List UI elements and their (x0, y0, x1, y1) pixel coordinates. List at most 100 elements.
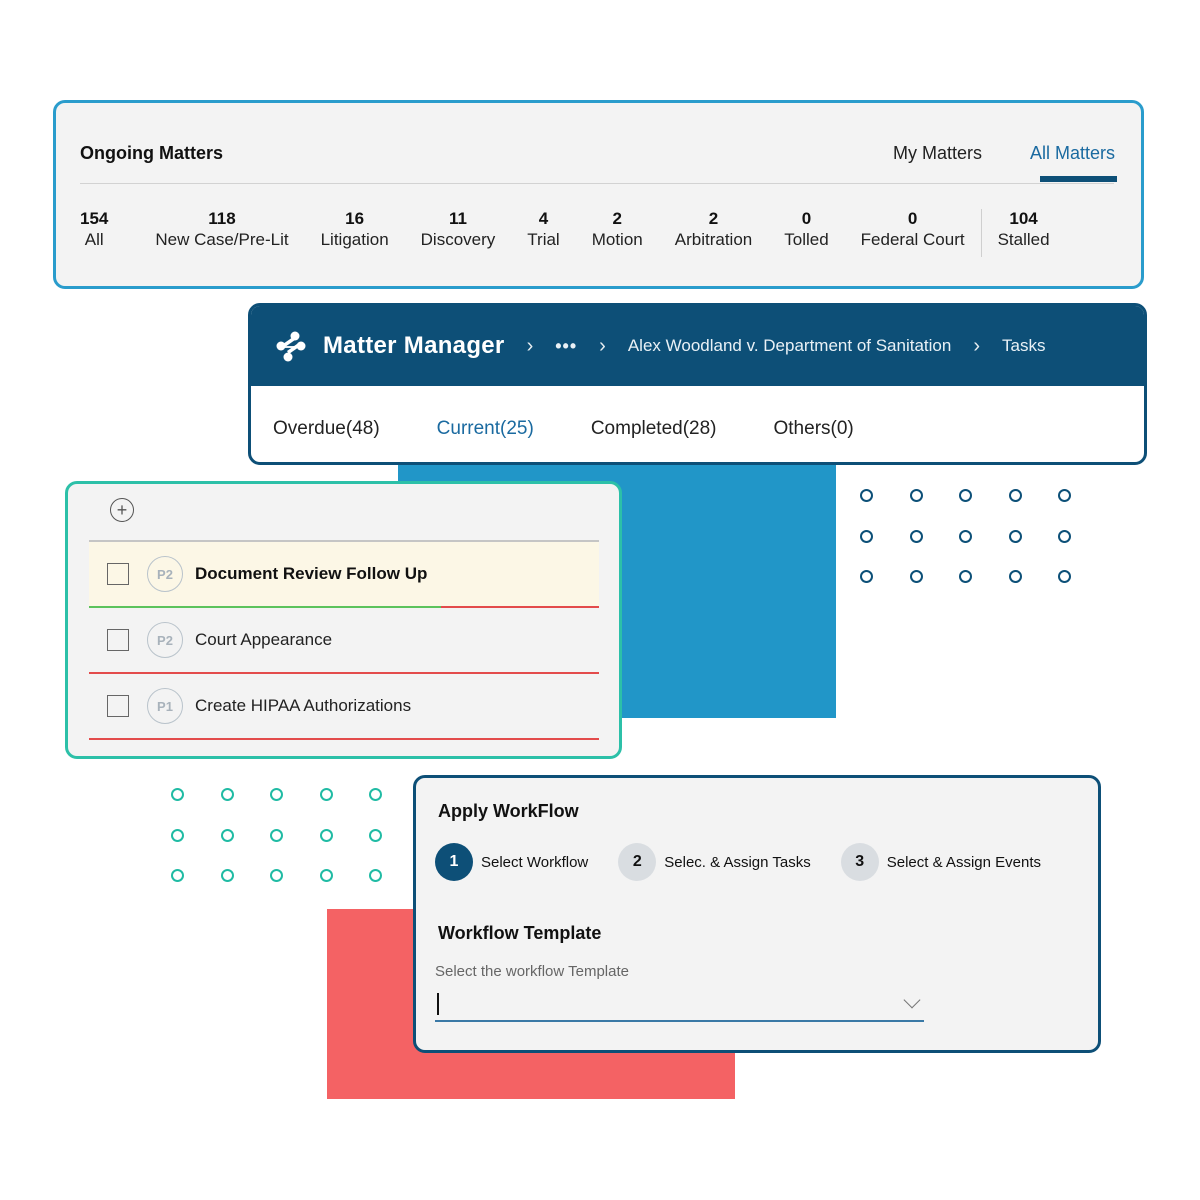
dot-icon (171, 788, 184, 801)
dot-icon (909, 529, 923, 543)
stat-all[interactable]: 154 All (80, 209, 108, 250)
stat-count: 16 (345, 209, 365, 228)
dot-icon (1058, 489, 1071, 502)
dot-icon (369, 828, 382, 842)
dot-icon (220, 788, 234, 801)
matter-stage-stats: 154 All 118 New Case/Pre-Lit 16 Litigati… (80, 209, 1114, 257)
dot-icon (959, 570, 972, 583)
app-title[interactable]: Matter Manager (323, 332, 505, 360)
dot-icon (1058, 529, 1071, 543)
task-name[interactable]: Court Appearance (195, 630, 332, 650)
stat-label: Stalled (997, 230, 1050, 249)
dot-icon (319, 869, 333, 882)
task-status-tabs: Overdue(48) Current(25) Completed(28) Ot… (273, 418, 854, 440)
matter-manager-card: Matter Manager › ••• › Alex Woodland v. … (248, 303, 1147, 465)
stat-label: Litigation (320, 230, 389, 249)
stat-federal-court[interactable]: 0 Federal Court (861, 209, 965, 250)
step-label: Select Workflow (481, 853, 589, 871)
stat-count: 0 (801, 209, 812, 228)
dot-icon (1008, 489, 1022, 502)
stat-count: 104 (1009, 209, 1038, 228)
matters-filter-tabs: My Matters All Matters (893, 143, 1118, 182)
stat-count: 0 (907, 209, 918, 228)
chevron-right-icon: › (599, 334, 606, 357)
stat-label: Motion (591, 230, 643, 249)
stat-label: Federal Court (860, 230, 965, 249)
step-number: 2 (618, 843, 657, 881)
stat-label: Arbitration (674, 230, 753, 249)
ongoing-matters-title: Ongoing Matters (80, 143, 223, 163)
step-assign-events[interactable]: 3 Select & Assign Events (840, 843, 1041, 881)
tab-overdue[interactable]: Overdue(48) (273, 418, 380, 440)
stat-count: 2 (612, 209, 622, 228)
dot-icon (959, 529, 972, 543)
molecule-logo-icon (276, 331, 306, 362)
stat-stalled[interactable]: 104 Stalled (980, 209, 1050, 257)
dot-icon (959, 489, 972, 502)
divider (80, 183, 1114, 184)
decorative-dot-grid-teal (171, 788, 383, 882)
stat-count: 2 (708, 209, 719, 228)
plus-circle-icon: + (116, 500, 128, 520)
priority-badge: P2 (147, 556, 183, 592)
workflow-stepper: 1 Select Workflow 2 Selec. & Assign Task… (435, 843, 1071, 881)
dot-icon (319, 788, 333, 801)
workflow-template-label: Select the workflow Template (435, 963, 629, 980)
breadcrumb-current: Tasks (1002, 336, 1046, 355)
dot-icon (1058, 570, 1071, 583)
add-task-button[interactable]: + (110, 498, 134, 522)
dot-icon (369, 788, 382, 801)
task-name[interactable]: Document Review Follow Up (195, 564, 427, 584)
breadcrumb-matter[interactable]: Alex Woodland v. Department of Sanitatio… (628, 336, 952, 356)
stat-tolled[interactable]: 0 Tolled (784, 209, 828, 250)
chevron-down-icon[interactable] (903, 991, 921, 1009)
stat-discovery[interactable]: 11 Discovery (421, 209, 496, 250)
priority-badge: P2 (147, 622, 183, 658)
stat-new-case[interactable]: 118 New Case/Pre-Lit (155, 209, 288, 250)
apply-workflow-card: Apply WorkFlow 1 Select Workflow 2 Selec… (413, 775, 1101, 1053)
dot-icon (171, 828, 184, 842)
dot-icon (369, 869, 382, 882)
workflow-template-select[interactable] (435, 988, 924, 1022)
breadcrumb-more-button[interactable]: ••• (555, 336, 577, 357)
stat-count: 154 (80, 209, 109, 228)
task-checkbox[interactable] (107, 629, 129, 651)
dot-icon (1008, 529, 1022, 543)
chevron-right-icon: › (973, 334, 980, 357)
task-name[interactable]: Create HIPAA Authorizations (195, 696, 411, 716)
dot-icon (909, 570, 923, 583)
stat-trial[interactable]: 4 Trial (527, 209, 559, 250)
stat-motion[interactable]: 2 Motion (592, 209, 643, 250)
dot-icon (270, 788, 283, 801)
task-row[interactable]: P2 Document Review Follow Up (89, 542, 599, 608)
dot-icon (860, 570, 873, 583)
step-select-workflow[interactable]: 1 Select Workflow (435, 843, 588, 881)
task-row[interactable]: P2 Court Appearance (89, 608, 599, 674)
task-row[interactable]: P1 Create HIPAA Authorizations (89, 674, 599, 740)
step-number: 1 (435, 843, 473, 881)
stat-litigation[interactable]: 16 Litigation (321, 209, 389, 250)
stat-count: 4 (538, 209, 549, 228)
priority-badge: P1 (147, 688, 183, 724)
stat-label: All (84, 230, 104, 249)
dot-icon (171, 869, 184, 882)
stat-arbitration[interactable]: 2 Arbitration (675, 209, 752, 250)
task-checkbox[interactable] (107, 695, 129, 717)
dot-icon (1008, 570, 1022, 583)
tab-my-matters[interactable]: My Matters (893, 143, 982, 164)
tab-completed[interactable]: Completed(28) (591, 418, 717, 440)
dot-icon (270, 869, 283, 882)
step-label: Select & Assign Events (886, 853, 1041, 871)
stat-count: 118 (208, 209, 236, 228)
tab-all-matters[interactable]: All Matters (1030, 143, 1118, 182)
workflow-title: Apply WorkFlow (438, 801, 579, 821)
dot-icon (270, 828, 283, 842)
tab-current[interactable]: Current(25) (437, 418, 534, 440)
dot-icon (860, 529, 873, 543)
dot-icon (860, 489, 873, 502)
task-checkbox[interactable] (107, 563, 129, 585)
step-assign-tasks[interactable]: 2 Selec. & Assign Tasks (618, 843, 811, 881)
tab-others[interactable]: Others(0) (774, 418, 854, 440)
dot-icon (220, 828, 234, 842)
app-header: Matter Manager › ••• › Alex Woodland v. … (251, 306, 1144, 386)
